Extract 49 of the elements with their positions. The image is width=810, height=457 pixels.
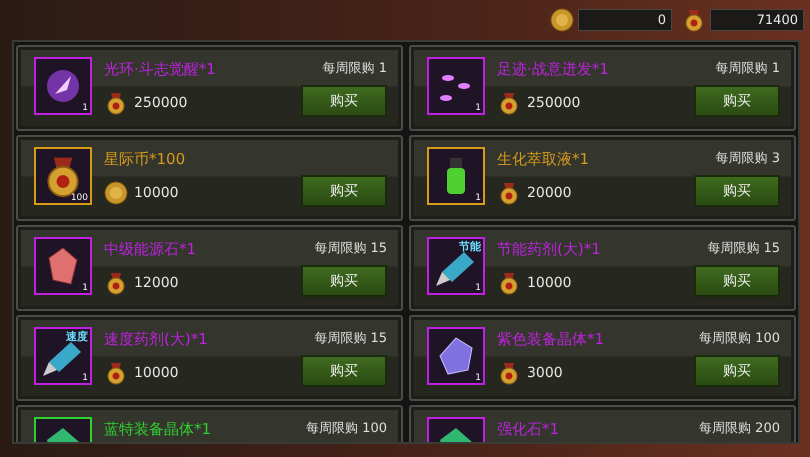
item-name: 速度药剂(大)*1 [104,331,208,347]
item-price: 250000 [134,95,188,111]
weekly-limit: 每周限购 100 [306,421,387,437]
item-quantity: 1 [82,373,88,383]
weekly-limit: 每周限购 1 [322,61,387,77]
item-name: 强化石*1 [497,421,560,437]
item-price: 10000 [134,185,179,201]
item-tag: 节能 [459,239,481,254]
buy-button[interactable]: 购买 [694,85,780,117]
item-quantity: 1 [475,373,481,383]
weekly-limit: 每周限购 3 [716,151,780,167]
buy-button[interactable]: 购买 [301,175,387,207]
buy-button[interactable]: 购买 [301,265,387,297]
weekly-limit: 每周限购 100 [699,331,780,347]
buy-button[interactable]: 购买 [694,355,780,387]
item-name: 节能药剂(大)*1 [497,241,601,257]
item-quantity: 1 [475,283,481,293]
item-quantity: 1 [475,193,481,203]
coin-icon [104,181,128,205]
item-name: 足迹·战意迸发*1 [497,61,609,77]
item-quantity: 1 [82,283,88,293]
weekly-limit: 每周限购 15 [314,331,387,347]
currency-amount: 71400 [710,9,804,31]
item-quantity: 1 [475,103,481,113]
buy-button[interactable]: 购买 [301,355,387,387]
item-name: 光环·斗志觉醒*1 [104,61,216,77]
weekly-limit: 每周限购 1 [716,61,780,77]
currency-amount: 0 [578,9,672,31]
buy-button[interactable]: 购买 [301,85,387,117]
item-tag: 速度 [66,329,88,344]
buy-button[interactable]: 购买 [694,175,780,207]
coin-icon [550,8,574,32]
weekly-limit: 每周限购 200 [699,421,780,437]
item-quantity: 1 [82,103,88,113]
weekly-limit: 每周限购 15 [314,241,387,257]
item-name: 中级能源石*1 [104,241,196,257]
item-name: 星际币*100 [104,151,186,167]
item-price: 12000 [134,275,179,291]
item-price: 10000 [134,365,179,381]
item-name: 蓝特装备晶体*1 [104,421,212,437]
item-name: 紫色装备晶体*1 [497,331,604,347]
buy-button[interactable]: 购买 [694,265,780,297]
item-price: 20000 [527,185,572,201]
item-price: 10000 [527,275,572,291]
item-name: 生化萃取液*1 [497,151,590,167]
item-price: 250000 [527,95,580,111]
item-price: 3000 [527,365,563,381]
item-quantity: 100 [70,193,88,203]
weekly-limit: 每周限购 15 [707,241,780,257]
